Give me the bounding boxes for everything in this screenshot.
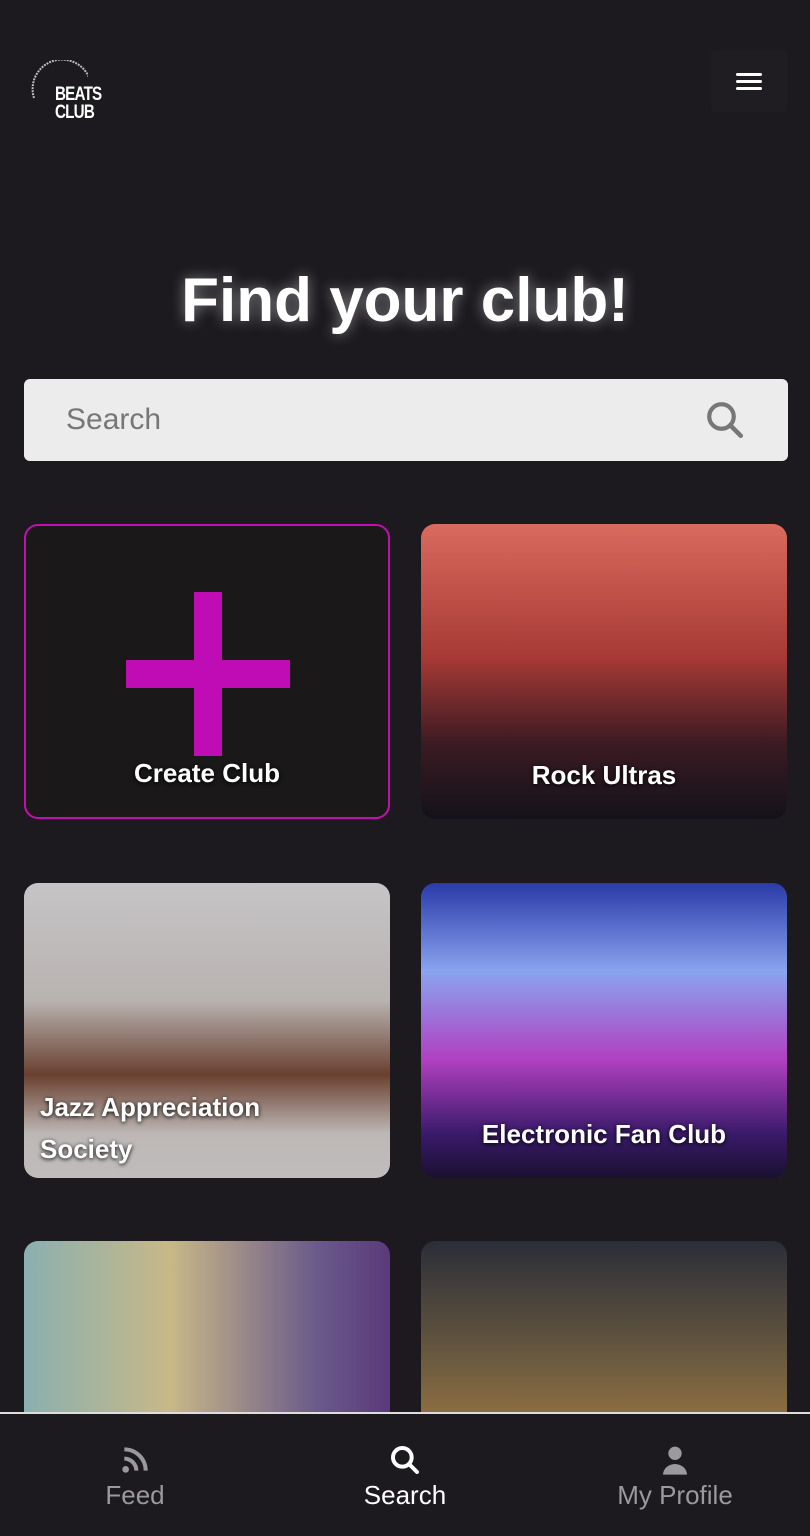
bottom-nav: Feed Search My Profile [0,1412,810,1536]
create-club-card[interactable]: Create Club [24,524,390,819]
nav-feed[interactable]: Feed [0,1414,270,1536]
menu-icon [736,69,762,94]
rss-icon [122,1447,148,1473]
card-label: Create Club [134,758,280,788]
plus-icon [126,592,290,756]
hamburger-menu-button[interactable] [711,50,787,112]
card-label: Jazz Appreciation Society [40,1092,261,1164]
card-label: Electronic Fan Club [481,1119,727,1149]
nav-label: My Profile [617,1480,733,1510]
nav-my-profile[interactable]: My Profile [540,1414,810,1536]
search-bar[interactable] [24,379,788,461]
search-input[interactable] [66,403,704,437]
nav-label: Search [363,1480,447,1510]
club-card-electronic[interactable]: Electronic Fan Club [421,883,787,1178]
club-card-rock-ultras[interactable]: Rock Ultras [421,524,787,819]
search-icon [391,1446,419,1474]
club-card-jazz[interactable]: Jazz Appreciation Society [24,883,390,1178]
logo-text: BEATS CLUB [55,84,102,123]
nav-label: Feed [105,1480,165,1510]
logo[interactable]: BEATS CLUB [28,60,103,130]
page-title: Find your club! [181,266,629,335]
user-icon [663,1446,687,1475]
search-icon[interactable] [704,399,746,441]
card-label: Rock Ultras [531,760,677,790]
nav-search[interactable]: Search [270,1414,540,1536]
